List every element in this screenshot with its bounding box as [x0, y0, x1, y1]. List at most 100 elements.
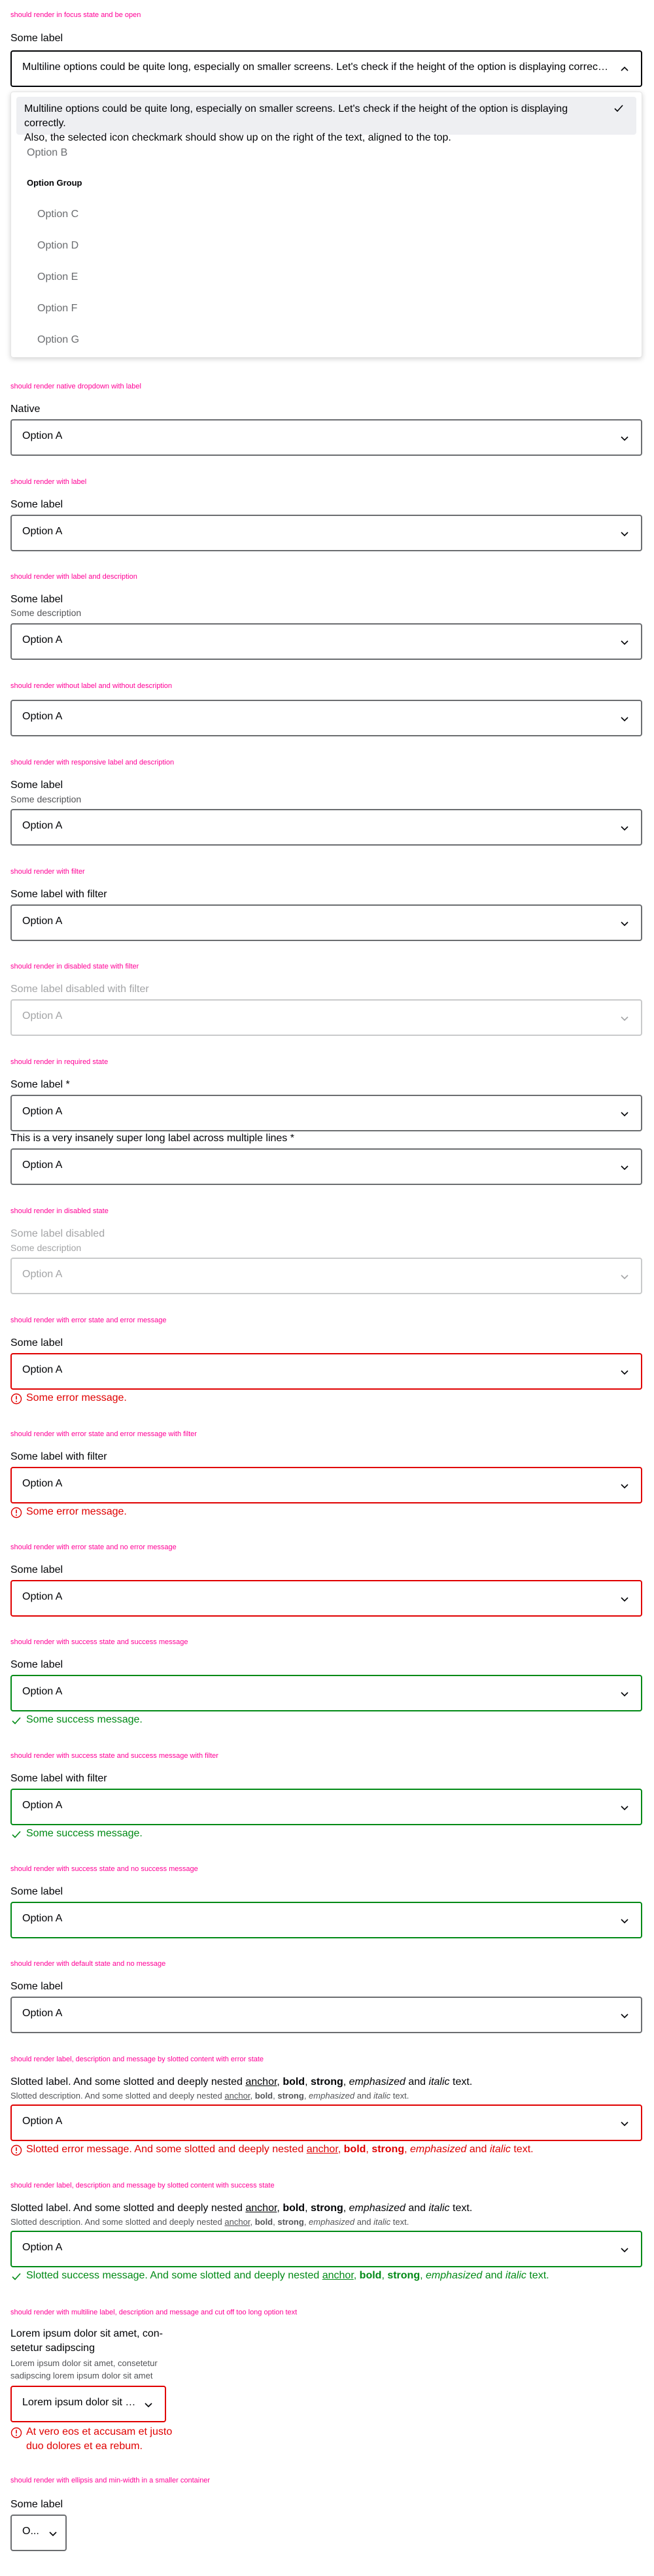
- case-caption: should render with label: [10, 478, 87, 486]
- select-label: Some label: [10, 1564, 63, 1575]
- select-label: Some label: [10, 594, 63, 605]
- select-value: Option A: [22, 430, 63, 441]
- select-value: Option A: [22, 1364, 63, 1375]
- select-label: Some label *: [10, 1079, 70, 1090]
- anchor-link[interactable]: anchor: [224, 2217, 250, 2227]
- select-value: Option A: [22, 2242, 63, 2253]
- select-label: Native: [10, 404, 41, 415]
- error-message-multiline: At vero eos et accusam et justo duo dolor…: [10, 2425, 172, 2454]
- select-label: Some label: [10, 33, 63, 44]
- chevron-down-icon: [621, 436, 628, 441]
- select-value: Option A: [22, 1010, 63, 1022]
- checkmark-icon: [12, 2273, 21, 2280]
- slotted-success-message: Slotted success message. And some slotte…: [10, 2270, 549, 2282]
- option-d[interactable]: Option D: [16, 240, 636, 252]
- select-error[interactable]: Option A: [10, 1580, 642, 1617]
- chevron-down-icon: [621, 1275, 628, 1280]
- case-caption: should render with success state and no …: [10, 1865, 198, 1873]
- chevron-down-icon: [621, 2121, 628, 2127]
- select[interactable]: Option A: [10, 809, 642, 846]
- slotted-error-message: Slotted error message. And some slotted …: [10, 2144, 534, 2156]
- select-success[interactable]: Option A: [10, 2231, 642, 2267]
- anchor-link[interactable]: anchor: [224, 2091, 250, 2101]
- select-error-small[interactable]: Lorem ipsum dolor sit a...: [10, 2386, 166, 2422]
- anchor-link[interactable]: anchor: [322, 2270, 354, 2281]
- filter-select-disabled: Option A: [10, 999, 642, 1036]
- chevron-down-icon: [621, 921, 628, 927]
- select-success[interactable]: Option A: [10, 1675, 642, 1711]
- checkmark-icon: [12, 1830, 21, 1838]
- multiline-desc-2: sadipscing lorem ipsum dolor sit amet: [10, 2371, 153, 2380]
- case-caption: should render without label and without …: [10, 682, 173, 690]
- option-g[interactable]: Option G: [16, 334, 636, 346]
- select-error[interactable]: Option A: [10, 2104, 642, 2141]
- select-label: Some label disabled with filter: [10, 984, 149, 995]
- chevron-down-icon: [621, 1806, 628, 1811]
- select-value: Option A: [22, 1913, 63, 1924]
- dropdown-list: Multiline options could be quite long, e…: [10, 92, 642, 358]
- case-caption: should render in required state: [10, 1058, 109, 1066]
- anchor-link[interactable]: anchor: [245, 2076, 277, 2087]
- case-caption: should render label, description and mes…: [10, 2182, 275, 2190]
- select-label: Some label with filter: [10, 1773, 107, 1784]
- chevron-down-icon: [621, 1112, 628, 1117]
- option-f[interactable]: Option F: [16, 303, 636, 315]
- chevron-down-icon: [621, 2014, 628, 2019]
- select-label: Some label with filter: [10, 889, 107, 900]
- checkmark-icon: [12, 1717, 21, 1725]
- select[interactable]: Option A: [10, 623, 642, 660]
- case-caption: should render with default state and no …: [10, 1960, 166, 1968]
- select-label: Some label: [10, 499, 63, 510]
- filter-select[interactable]: Option A: [10, 904, 642, 941]
- case-caption: should render in disabled state: [10, 1207, 109, 1215]
- chevron-down-icon: [621, 640, 628, 645]
- chevron-down-icon: [621, 1692, 628, 1697]
- select-required[interactable]: Option A: [10, 1095, 642, 1131]
- select-required-long[interactable]: Option A: [10, 1148, 642, 1185]
- case-caption: should render with success state and suc…: [10, 1752, 218, 1760]
- select[interactable]: Option A: [10, 515, 642, 551]
- select-value: Option A: [22, 1269, 63, 1280]
- case-caption: should render with ellipsis and min-widt…: [10, 2477, 211, 2484]
- anchor-link[interactable]: anchor: [245, 2203, 277, 2214]
- error-message: Some error message.: [10, 1506, 127, 1519]
- success-message: Some success message.: [10, 1828, 143, 1840]
- select-value: Option A: [22, 916, 63, 927]
- select-error[interactable]: Option A: [10, 1353, 642, 1390]
- filter-select-error[interactable]: Option A: [10, 1467, 642, 1503]
- native-select[interactable]: Option A: [10, 419, 642, 456]
- chevron-down-icon: [621, 1484, 628, 1489]
- select-success[interactable]: Option A: [10, 1902, 642, 1938]
- case-caption: should render in focus state and be open: [10, 11, 141, 19]
- select-value: Option A: [22, 634, 63, 645]
- select-value: Option A: [22, 711, 63, 722]
- select[interactable]: Option A: [10, 700, 642, 736]
- select-disabled: Option A: [10, 1258, 642, 1294]
- select-label: Some label with filter: [10, 1451, 107, 1462]
- filter-select-success[interactable]: Option A: [10, 1789, 642, 1825]
- select[interactable]: Option A: [10, 1997, 642, 2033]
- multiline-label-1: Lorem ipsum dolor sit amet, con-: [10, 2328, 163, 2339]
- select-label: Some label disabled: [10, 1228, 105, 1239]
- select-label: Some label: [10, 780, 63, 791]
- chevron-down-icon: [621, 826, 628, 831]
- case-caption: should render with filter: [10, 868, 85, 876]
- anchor-link[interactable]: anchor: [307, 2144, 338, 2155]
- select-value: Option A: [22, 820, 63, 831]
- chevron-down-icon: [621, 1370, 628, 1375]
- option-c[interactable]: Option C: [16, 209, 636, 220]
- multiline-desc-1: Lorem ipsum dolor sit amet, consetetur: [10, 2358, 158, 2368]
- slotted-description: Slotted description. And some slotted an…: [10, 2217, 409, 2227]
- exclamation-icon: [10, 1393, 22, 1405]
- select-value: Option A: [22, 1591, 63, 1602]
- option-multiline[interactable]: Multiline options could be quite long, e…: [16, 97, 636, 143]
- select-value: Option A: [22, 1800, 63, 1811]
- exclamation-icon: [10, 1507, 22, 1519]
- option-e[interactable]: Option E: [16, 271, 636, 283]
- select-open[interactable]: Multiline options could be quite long, e…: [10, 50, 642, 87]
- select-small[interactable]: O...: [10, 2515, 67, 2551]
- option-b[interactable]: Option B: [16, 147, 636, 159]
- select-description: Some description: [10, 608, 82, 618]
- case-caption: should render in disabled state with fil…: [10, 963, 139, 970]
- select-value: Lorem ipsum dolor sit a...: [22, 2397, 139, 2408]
